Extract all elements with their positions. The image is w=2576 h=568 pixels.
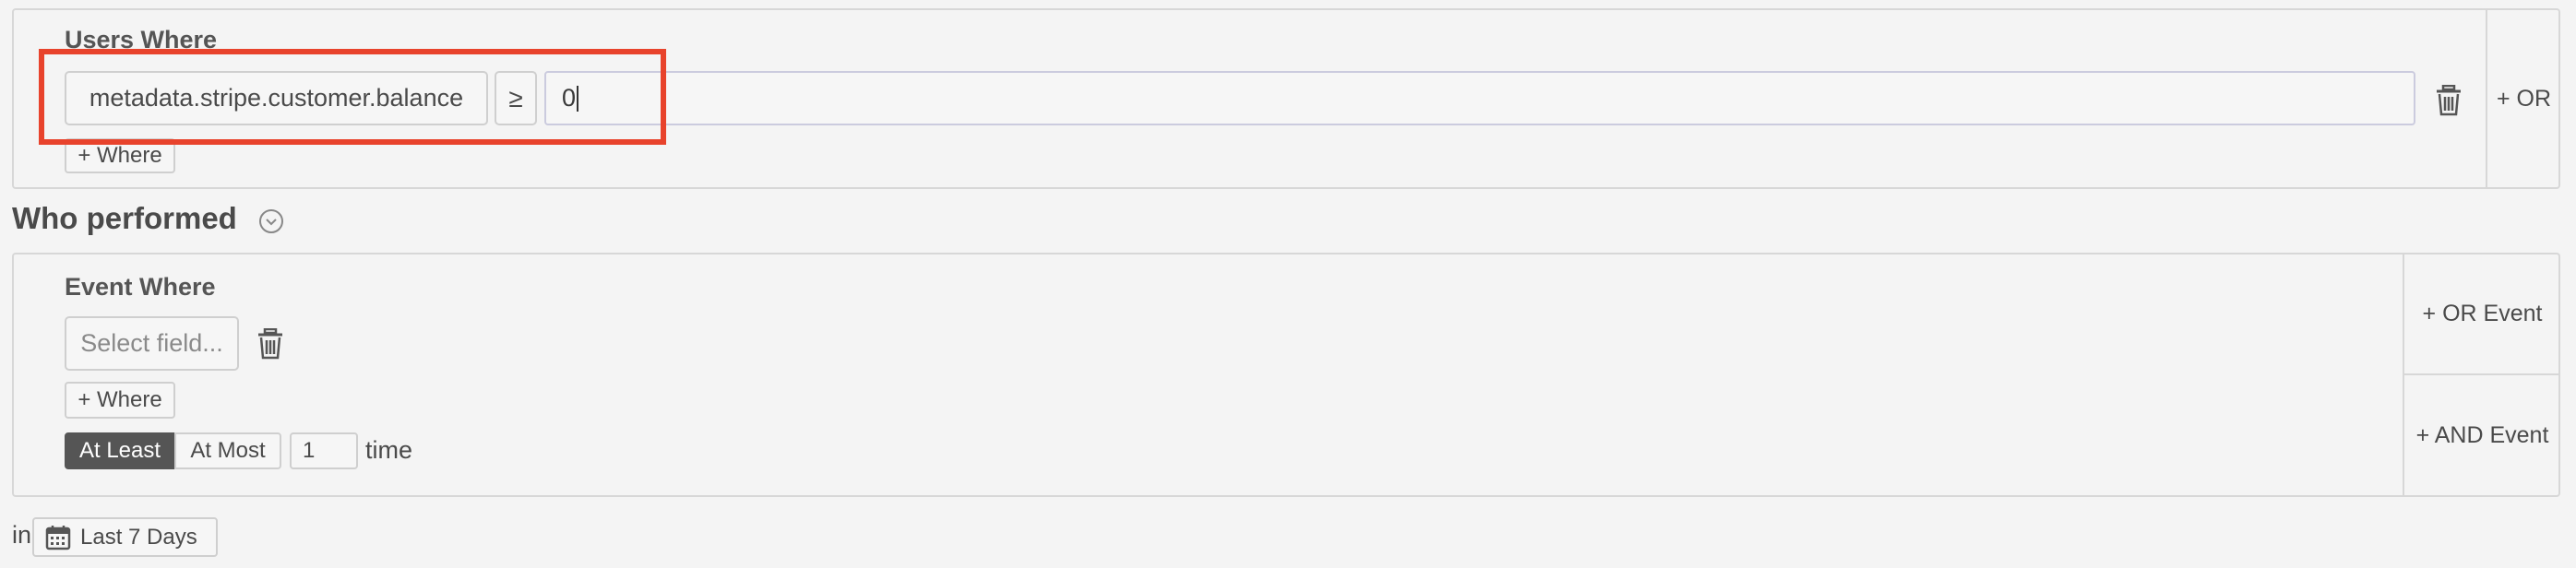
calendar-icon [45, 525, 71, 550]
event-count-input[interactable]: 1 [290, 432, 358, 469]
add-event-where-button[interactable]: + Where [65, 382, 175, 419]
at-least-toggle[interactable]: At Least [65, 432, 175, 469]
time-unit-label: time [365, 436, 413, 464]
who-performed-title: Who performed [12, 201, 237, 235]
add-and-event-button[interactable]: + AND Event [2404, 375, 2560, 495]
trash-icon [258, 328, 282, 360]
at-most-toggle[interactable]: At Most [174, 432, 281, 469]
filter-value-input[interactable]: 0 [544, 71, 2415, 125]
add-or-event-button[interactable]: + OR Event [2404, 254, 2560, 373]
add-or-button[interactable]: + OR [2487, 8, 2560, 189]
delete-filter-button[interactable] [2429, 81, 2468, 120]
delete-event-filter-button[interactable] [251, 325, 290, 363]
chevron-circle-icon[interactable] [256, 207, 286, 236]
trash-icon [2437, 85, 2461, 116]
highlight-box [39, 49, 666, 145]
date-range-label: Last 7 Days [80, 524, 197, 550]
event-field-select[interactable]: Select field... [65, 316, 239, 371]
date-range-button[interactable]: Last 7 Days [32, 517, 218, 557]
chevron-down-icon [259, 209, 283, 233]
in-label: in [12, 521, 32, 549]
event-where-title: Event Where [65, 273, 216, 301]
